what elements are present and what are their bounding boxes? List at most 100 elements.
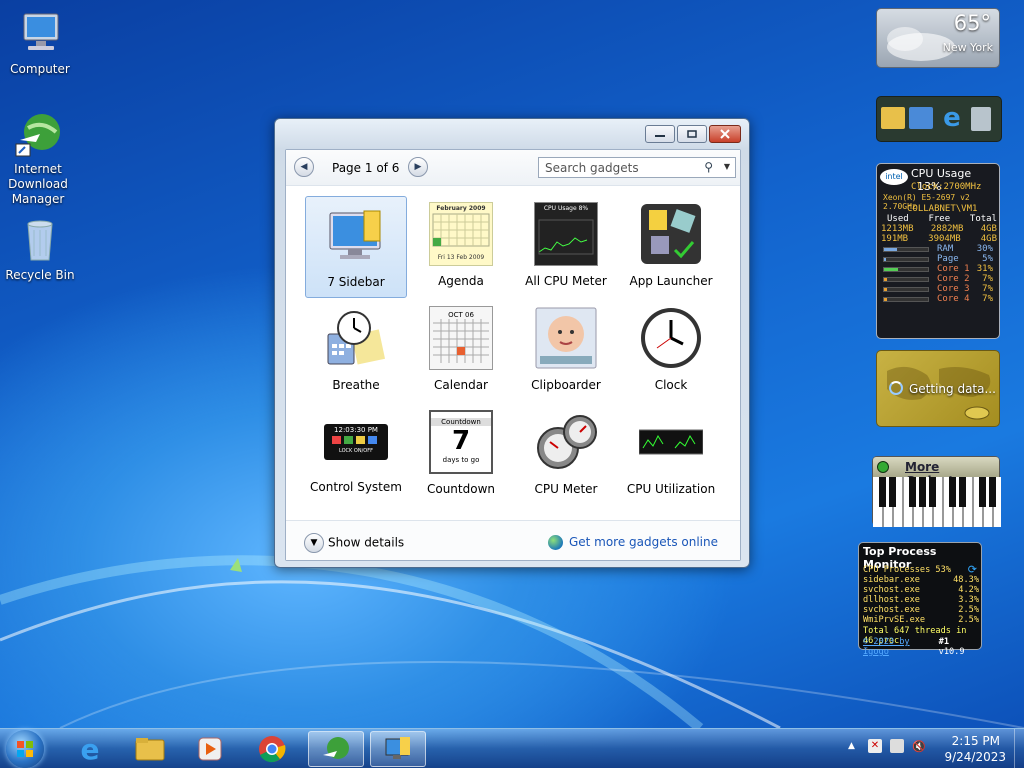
mem-free-ram: 2882MB: [930, 224, 964, 234]
app-launcher-icon: [639, 202, 703, 266]
cpu-meter-gauges-icon: [534, 410, 598, 474]
gadget-all-cpu-meter[interactable]: CPU Usage 8% All CPU Meter: [515, 196, 617, 298]
desktop-icon-idm[interactable]: Internet Download Manager: [0, 110, 78, 207]
tpm-process-pct: 48.3%: [953, 575, 979, 585]
media-player-icon: [198, 737, 222, 761]
tpm-process-name: sidebar.exe: [863, 575, 920, 585]
chrome-icon: [259, 736, 286, 763]
minimize-icon: [655, 135, 665, 137]
agenda-month: February 2009: [436, 205, 486, 212]
gadget-label: All CPU Meter: [525, 274, 607, 288]
show-details-label: Show details: [328, 535, 405, 550]
close-button[interactable]: [709, 125, 741, 143]
clock-date[interactable]: 9/24/2023: [944, 750, 1006, 764]
page-indicator: Page 1 of 6: [332, 161, 400, 175]
gadget-clipboarder[interactable]: Clipboarder: [515, 300, 617, 402]
piano-gadget: More Gadgets: [872, 456, 1001, 527]
recycle-bin-icon[interactable]: [971, 107, 991, 131]
volume-muted-icon[interactable]: 🔇: [912, 740, 926, 753]
gadget-cpu-utilization[interactable]: CPU Utilization: [620, 404, 722, 506]
taskbar-gadgets[interactable]: [370, 731, 426, 767]
minimize-button[interactable]: [645, 125, 675, 143]
cpu-bar-label: Core 3: [937, 284, 970, 294]
taskbar-internet-download-manager[interactable]: [308, 731, 364, 767]
gadget-label: CPU Meter: [534, 482, 598, 496]
gadget-countdown[interactable]: Countdown 7 days to go Countdown: [410, 404, 512, 506]
loading-spinner-icon: [889, 381, 903, 395]
cpu-bar-track: [883, 277, 929, 282]
arrow-right-icon: ▶: [414, 162, 422, 172]
windows-logo-icon: [17, 741, 33, 757]
gallery-footer: ▼ Show details Get more gadgets online: [286, 520, 740, 560]
cpu-meter-thumb-icon: CPU Usage 8%: [534, 202, 598, 266]
gadget-7-sidebar[interactable]: 7 Sidebar: [305, 196, 407, 298]
previous-page-button[interactable]: ◀: [294, 157, 314, 177]
clock-time[interactable]: 2:15 PM: [952, 734, 1000, 748]
cpu-bar-fill: [884, 248, 898, 251]
next-page-button[interactable]: ▶: [408, 157, 428, 177]
status-dot-icon: [877, 461, 889, 473]
weather-gadget[interactable]: 65° New York: [876, 8, 1000, 68]
tpm-process-pct: 3.3%: [958, 595, 979, 605]
taskbar-media-player[interactable]: [182, 731, 238, 767]
tpm-credit-link[interactable]: © 2023 by Igogo: [863, 637, 939, 657]
search-gadgets-input[interactable]: Search gadgets ⚲ ▼: [538, 157, 736, 178]
mem-used-page: 191MB: [881, 234, 909, 244]
taskbar-chrome[interactable]: [244, 731, 300, 767]
gadget-cpu-meter[interactable]: CPU Meter: [515, 404, 617, 506]
chevron-down-icon[interactable]: ▼: [724, 162, 730, 171]
gadget-app-launcher[interactable]: App Launcher: [620, 196, 722, 298]
cpu-bars: RAM 30% Page 5% Core 1 31% Core 2 7% Core 3 7% Cor…: [881, 244, 997, 304]
gadget-control-system[interactable]: 12:03:30 PM LOCK ON/OFF Control System: [305, 404, 407, 506]
desktop-icon-computer[interactable]: Computer: [0, 10, 80, 77]
get-more-gadgets-link[interactable]: Get more gadgets online: [547, 535, 718, 550]
cpu-bar-fill: [884, 268, 898, 271]
desktop-icon-label: Recycle Bin: [5, 268, 75, 282]
tpm-version: v10.9: [938, 647, 965, 657]
network-icon[interactable]: [890, 739, 904, 753]
desktop-icon-label: Computer: [10, 62, 70, 76]
cpu-bar-row: Page 5%: [881, 254, 997, 264]
chevron-down-icon: ▼: [304, 533, 324, 553]
gadget-clock[interactable]: Clock: [620, 300, 722, 402]
clock-icon: [639, 306, 703, 370]
more-gadgets-bar[interactable]: More Gadgets: [873, 457, 999, 488]
restore-button[interactable]: [677, 125, 707, 143]
internet-explorer-icon: e: [80, 732, 100, 766]
taskbar-internet-explorer[interactable]: e: [62, 731, 118, 767]
taskbar-file-explorer[interactable]: [122, 731, 178, 767]
globe-icon: [547, 535, 563, 550]
tpm-process-row: sidebar.exe 48.3%: [863, 575, 979, 585]
tpm-process-row: dllhost.exe 3.3%: [863, 595, 979, 605]
tpm-process-name: svchost.exe: [863, 605, 920, 615]
start-button[interactable]: [6, 730, 44, 768]
cpu-bar-row: Core 2 7%: [881, 274, 997, 284]
control-system-icon: 12:03:30 PM LOCK ON/OFF: [324, 424, 388, 460]
idm-globe-icon: [14, 110, 62, 158]
gadget-calendar[interactable]: OCT 06 Calendar: [410, 300, 512, 402]
show-desktop-button[interactable]: [1014, 729, 1024, 768]
taskbar: e ▲ ✕ 🔇 2:15 PM 9/24/2023: [0, 728, 1024, 768]
desktop-icon-recycle-bin[interactable]: Recycle Bin: [0, 216, 80, 283]
show-details-toggle[interactable]: ▼ Show details: [304, 533, 404, 553]
internet-explorer-icon[interactable]: e: [939, 105, 965, 131]
network-icon[interactable]: [909, 107, 933, 129]
tpm-process-pct: 4.2%: [958, 585, 979, 595]
show-hidden-icons-button[interactable]: ▲: [848, 741, 855, 751]
action-center-icon[interactable]: ✕: [868, 739, 882, 753]
tpm-process-pct: 2.5%: [958, 605, 979, 615]
cpu-host: COLLABNET\VM1: [907, 204, 978, 214]
cpu-bar-fill: [884, 298, 888, 301]
search-icon[interactable]: ⚲: [704, 160, 713, 174]
cpu-bar-label: Page: [937, 254, 959, 264]
cpu-bar-row: Core 3 7%: [881, 284, 997, 294]
gadget-agenda[interactable]: February 2009 Fri 13 Feb 2009 Agenda: [410, 196, 512, 298]
folder-icon[interactable]: [881, 107, 905, 129]
cpu-bar-row: RAM 30%: [881, 244, 997, 254]
sidebar-monitor-icon: [324, 203, 388, 267]
world-map-gadget[interactable]: Getting data...: [876, 350, 1000, 427]
mem-header-total: Total: [969, 214, 997, 224]
mem-total-page: 4GB: [980, 234, 997, 244]
gadget-breathe[interactable]: Breathe: [305, 300, 407, 402]
desktop-icon-label: Internet Download Manager: [8, 162, 68, 206]
